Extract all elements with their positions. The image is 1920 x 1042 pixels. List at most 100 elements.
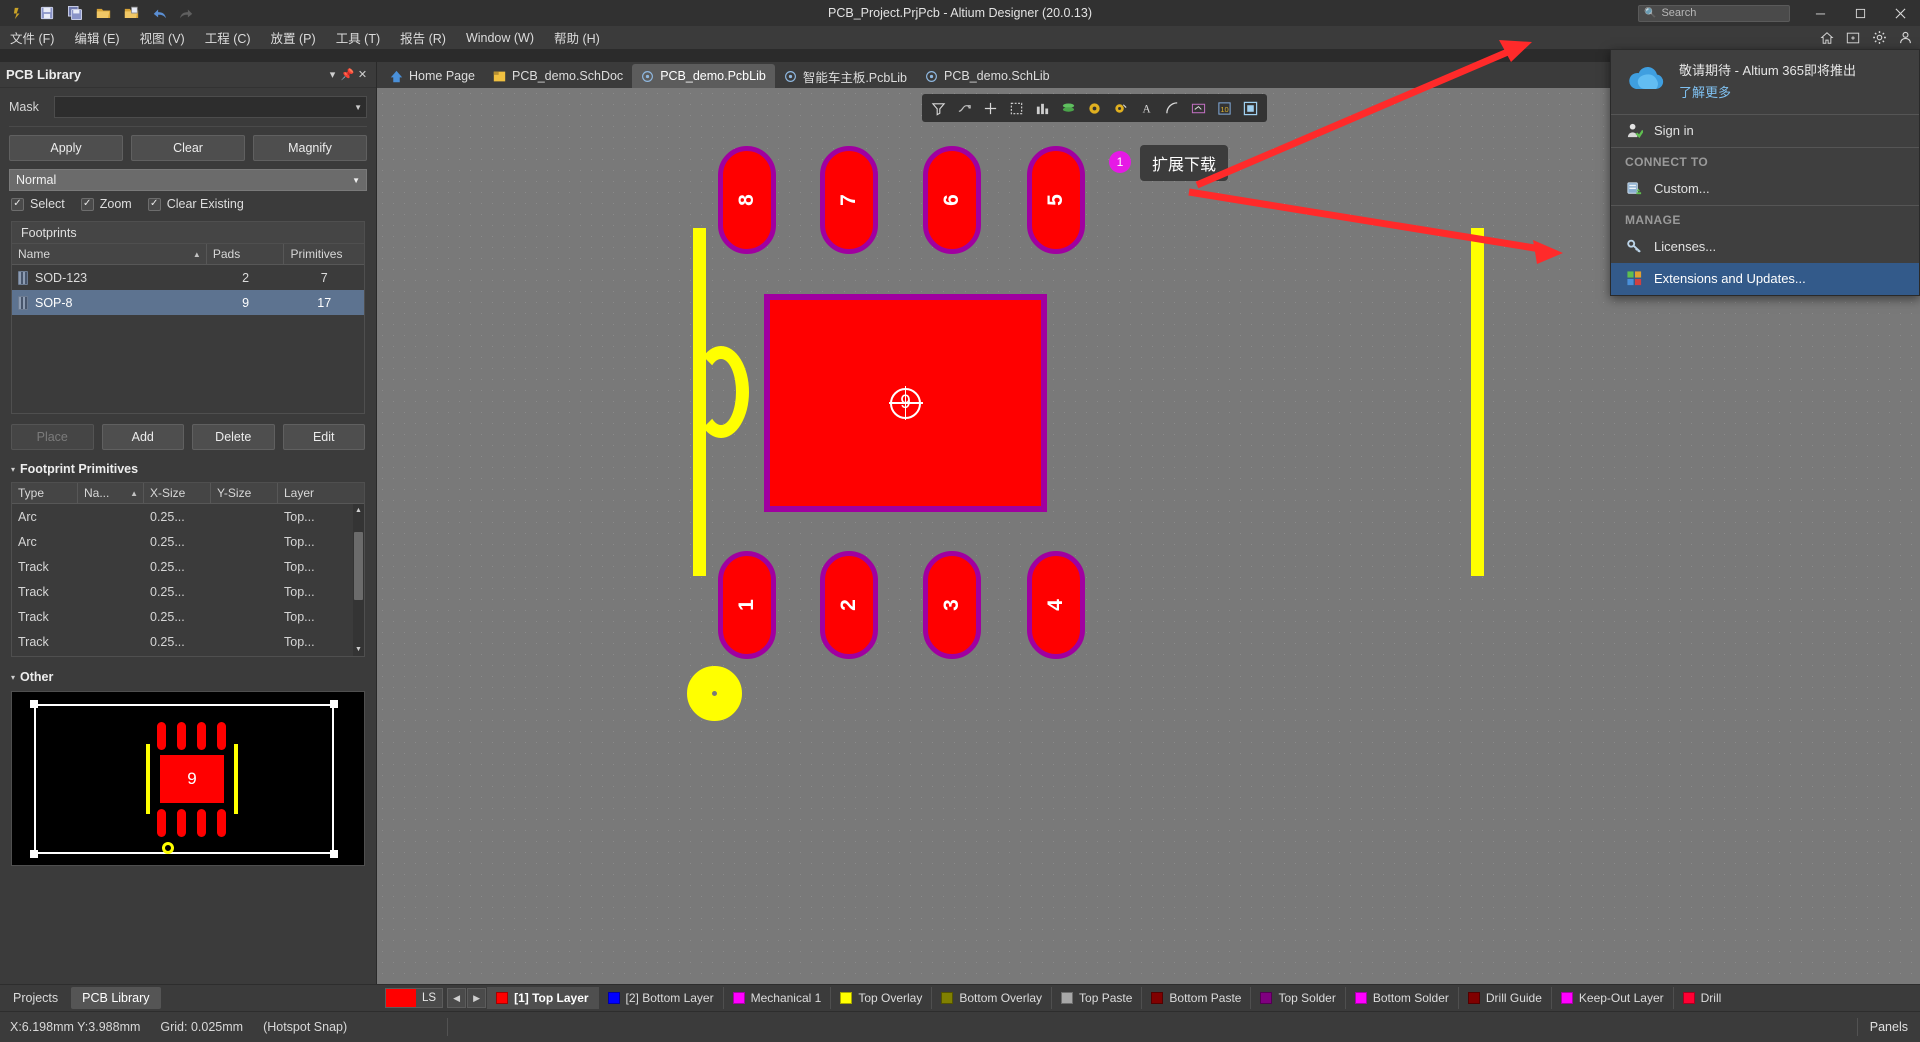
pad-6[interactable]: 6 xyxy=(923,146,981,254)
undo-icon[interactable] xyxy=(146,2,172,24)
clear-button[interactable]: Clear xyxy=(131,135,245,161)
menu-item-licenses[interactable]: Licenses... xyxy=(1611,231,1919,263)
doctab-pcb-demo-schlib[interactable]: PCB_demo.SchLib xyxy=(916,64,1059,88)
menu-window[interactable]: Window (W) xyxy=(456,26,544,49)
panels-button[interactable]: Panels xyxy=(1858,1012,1920,1042)
zoom-checkbox[interactable]: ✓ Zoom xyxy=(80,197,132,211)
doctab-pcb-demo-pcblib[interactable]: PCB_demo.PcbLib xyxy=(632,64,775,88)
menu-place[interactable]: 放置 (P) xyxy=(261,26,326,49)
settings-gear-icon[interactable] xyxy=(1868,26,1890,49)
table-row[interactable]: Track 0.25... Top... xyxy=(12,554,364,579)
col-header-pads[interactable]: Pads xyxy=(207,244,285,264)
pad-4[interactable]: 4 xyxy=(1027,551,1085,659)
pad-5[interactable]: 5 xyxy=(1027,146,1085,254)
menu-file[interactable]: 文件 (F) xyxy=(0,26,64,49)
layer-tab-keep-out-layer[interactable]: Keep-Out Layer xyxy=(1552,987,1674,1009)
doctab-home-page[interactable]: Home Page xyxy=(381,64,484,88)
layer-tab-bottom-paste[interactable]: Bottom Paste xyxy=(1142,987,1252,1009)
pad-7[interactable]: 7 xyxy=(820,146,878,254)
tab-projects[interactable]: Projects xyxy=(2,987,69,1009)
hole-size-icon[interactable] xyxy=(1082,96,1107,120)
close-icon[interactable]: ✕ xyxy=(355,68,370,81)
menu-item-custom[interactable]: Custom... xyxy=(1611,173,1919,205)
menu-reports[interactable]: 报告 (R) xyxy=(390,26,456,49)
open-project-icon[interactable] xyxy=(118,2,144,24)
crosshair-icon[interactable] xyxy=(978,96,1003,120)
search-input[interactable]: 🔍 Search xyxy=(1638,4,1790,22)
col-header-type[interactable]: Type xyxy=(12,483,78,503)
table-row[interactable]: SOP-8 9 17 xyxy=(12,290,364,315)
layer-stack-icon[interactable] xyxy=(1056,96,1081,120)
mask-mode-select[interactable]: Normal ▼ xyxy=(9,169,367,191)
select-checkbox[interactable]: ✓ Select xyxy=(11,197,65,211)
chevron-right-icon[interactable]: ▶ xyxy=(467,988,487,1008)
fit-board-icon[interactable] xyxy=(1238,96,1263,120)
clear-existing-checkbox[interactable]: ✓ Clear Existing xyxy=(147,197,244,211)
text-icon[interactable]: A xyxy=(1134,96,1159,120)
layer-tab-mechanical-1[interactable]: Mechanical 1 xyxy=(724,987,832,1009)
scroll-down-icon[interactable]: ▼ xyxy=(354,644,363,655)
col-header-primitives[interactable]: Primitives xyxy=(284,244,364,264)
menu-item-extensions-and-updates[interactable]: Extensions and Updates... xyxy=(1611,262,1919,295)
layer-tab-top-layer[interactable]: [1] Top Layer xyxy=(487,987,599,1009)
altium-logo-icon[interactable] xyxy=(6,2,32,24)
close-button[interactable] xyxy=(1880,0,1920,26)
drill-hole[interactable] xyxy=(687,666,742,721)
doctab-smartcar-pcblib[interactable]: 智能车主板.PcbLib xyxy=(775,64,916,88)
scroll-up-icon[interactable]: ▲ xyxy=(354,505,363,516)
footprint-primitives-header[interactable]: ▾ Footprint Primitives xyxy=(0,450,376,482)
measure-icon[interactable] xyxy=(952,96,977,120)
add-panel-icon[interactable] xyxy=(1842,26,1864,49)
scrollbar-thumb[interactable] xyxy=(354,532,363,600)
magnify-button[interactable]: Magnify xyxy=(253,135,367,161)
table-row[interactable]: Track 0.25... Top... xyxy=(12,604,364,629)
user-account-icon[interactable] xyxy=(1894,26,1916,49)
col-header-name[interactable]: Name ▲ xyxy=(12,244,207,264)
pad-8[interactable]: 8 xyxy=(718,146,776,254)
chart-icon[interactable]: 10 xyxy=(1212,96,1237,120)
select-area-icon[interactable] xyxy=(1004,96,1029,120)
apply-button[interactable]: Apply xyxy=(9,135,123,161)
open-folder-icon[interactable] xyxy=(90,2,116,24)
layer-tab-top-overlay[interactable]: Top Overlay xyxy=(831,987,933,1009)
menu-project[interactable]: 工程 (C) xyxy=(195,26,261,49)
col-header-layer[interactable]: Layer xyxy=(278,483,333,503)
home-icon[interactable] xyxy=(1816,26,1838,49)
pad-9-thermal[interactable]: 9 xyxy=(764,294,1047,512)
layer-tab-bottom-overlay[interactable]: Bottom Overlay xyxy=(932,987,1053,1009)
layer-tab-bottom-solder[interactable]: Bottom Solder xyxy=(1346,987,1459,1009)
mask-input[interactable]: ▼ xyxy=(54,96,367,118)
layer-set-selector[interactable]: LS xyxy=(385,988,444,1008)
col-header-ysize[interactable]: Y-Size xyxy=(211,483,278,503)
col-header-xsize[interactable]: X-Size xyxy=(144,483,211,503)
other-section-header[interactable]: ▾ Other xyxy=(0,657,376,691)
pin-icon[interactable]: 📌 xyxy=(340,68,355,81)
minimize-button[interactable] xyxy=(1800,0,1840,26)
table-row[interactable]: Track 0.25... Top... xyxy=(12,579,364,604)
save-icon[interactable] xyxy=(34,2,60,24)
doctab-pcb-demo-schdoc[interactable]: PCB_demo.SchDoc xyxy=(484,64,632,88)
dimension-icon[interactable] xyxy=(1186,96,1211,120)
layer-tab-top-paste[interactable]: Top Paste xyxy=(1052,987,1143,1009)
save-all-icon[interactable] xyxy=(62,2,88,24)
pad-3[interactable]: 3 xyxy=(923,551,981,659)
chevron-left-icon[interactable]: ◀ xyxy=(447,988,467,1008)
pad-1[interactable]: 1 xyxy=(718,551,776,659)
tab-pcb-library[interactable]: PCB Library xyxy=(71,987,161,1009)
col-header-na[interactable]: Na... ▲ xyxy=(78,483,144,503)
arc-icon[interactable] xyxy=(1160,96,1185,120)
layer-tab-bottom-layer[interactable]: [2] Bottom Layer xyxy=(599,987,724,1009)
pad-2[interactable]: 2 xyxy=(820,551,878,659)
table-row[interactable]: Arc 0.25... Top... xyxy=(12,504,364,529)
align-icon[interactable] xyxy=(1030,96,1055,120)
table-row[interactable]: SOD-123 2 7 xyxy=(12,265,364,290)
pad-via-icon[interactable] xyxy=(1108,96,1133,120)
chevron-down-icon[interactable]: ▾ xyxy=(325,68,340,81)
menu-edit[interactable]: 编辑 (E) xyxy=(64,26,129,49)
footprint-preview[interactable]: 9 xyxy=(11,691,365,866)
menu-item-sign-in[interactable]: Sign in xyxy=(1611,115,1919,147)
banner-learn-more-link[interactable]: 了解更多 xyxy=(1679,82,1856,101)
table-row[interactable]: Arc 0.25... Top... xyxy=(12,529,364,554)
delete-button[interactable]: Delete xyxy=(192,424,275,450)
menu-view[interactable]: 视图 (V) xyxy=(130,26,195,49)
